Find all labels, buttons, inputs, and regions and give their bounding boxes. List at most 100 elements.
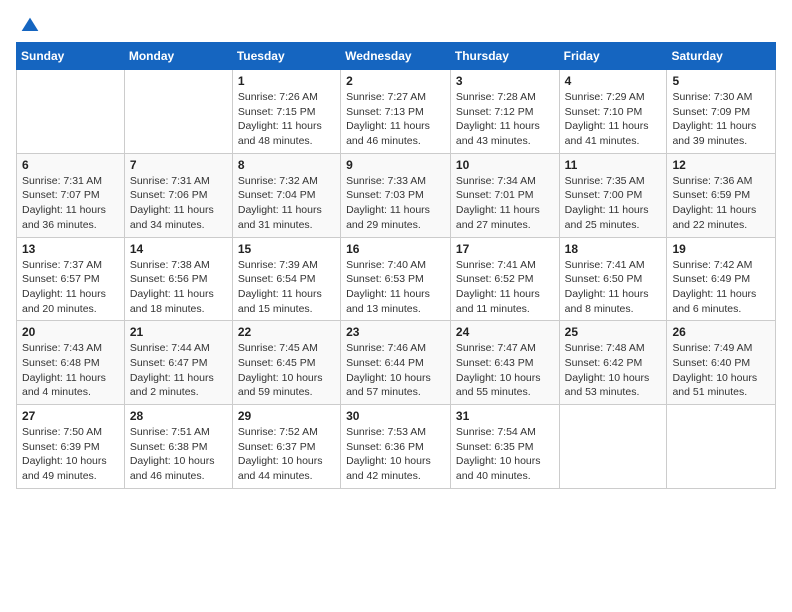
calendar-cell: 8 Sunrise: 7:32 AM Sunset: 7:04 PM Daylig…: [232, 153, 340, 237]
day-number: 20: [22, 325, 119, 339]
day-info: Sunrise: 7:31 AM Sunset: 7:07 PM Dayligh…: [22, 174, 119, 233]
day-info: Sunrise: 7:41 AM Sunset: 6:50 PM Dayligh…: [565, 258, 662, 317]
day-info: Sunrise: 7:48 AM Sunset: 6:42 PM Dayligh…: [565, 341, 662, 400]
calendar-cell: 1 Sunrise: 7:26 AM Sunset: 7:15 PM Daylig…: [232, 70, 340, 154]
day-number: 18: [565, 242, 662, 256]
day-number: 22: [238, 325, 335, 339]
calendar-cell: 22 Sunrise: 7:45 AM Sunset: 6:45 PM Dayli…: [232, 321, 340, 405]
calendar-cell: 29Sunrise: 7:52 AM Sunset: 6:37 PM Dayli…: [232, 405, 340, 489]
calendar-day-header: Wednesday: [341, 43, 451, 70]
calendar-day-header: Thursday: [450, 43, 559, 70]
calendar-cell: [559, 405, 667, 489]
calendar-cell: 26 Sunrise: 7:49 AM Sunset: 6:40 PM Dayli…: [667, 321, 776, 405]
day-info: Sunrise: 7:38 AM Sunset: 6:56 PM Dayligh…: [130, 258, 227, 317]
day-number: 25: [565, 325, 662, 339]
day-number: 13: [22, 242, 119, 256]
calendar-cell: 18 Sunrise: 7:41 AM Sunset: 6:50 PM Dayli…: [559, 237, 667, 321]
calendar-day-header: Saturday: [667, 43, 776, 70]
day-number: 31: [456, 409, 554, 423]
day-info: Sunrise: 7:37 AM Sunset: 6:57 PM Dayligh…: [22, 258, 119, 317]
day-number: 27: [22, 409, 119, 423]
day-info: Sunrise: 7:34 AM Sunset: 7:01 PM Dayligh…: [456, 174, 554, 233]
calendar-cell: 5 Sunrise: 7:30 AM Sunset: 7:09 PM Daylig…: [667, 70, 776, 154]
calendar-day-header: Sunday: [17, 43, 125, 70]
calendar-week-row: 27 Sunrise: 7:50 AM Sunset: 6:39 PM Dayli…: [17, 405, 776, 489]
calendar-cell: 19Sunrise: 7:42 AM Sunset: 6:49 PM Dayli…: [667, 237, 776, 321]
calendar-cell: 21 Sunrise: 7:44 AM Sunset: 6:47 PM Dayli…: [124, 321, 232, 405]
day-info: Sunrise: 7:50 AM Sunset: 6:39 PM Dayligh…: [22, 425, 119, 484]
day-info: Sunrise: 7:26 AM Sunset: 7:15 PM Dayligh…: [238, 90, 335, 149]
day-number: 10: [456, 158, 554, 172]
day-info: Sunrise: 7:45 AM Sunset: 6:45 PM Dayligh…: [238, 341, 335, 400]
day-number: 17: [456, 242, 554, 256]
day-number: 14: [130, 242, 227, 256]
calendar-cell: 28 Sunrise: 7:51 AM Sunset: 6:38 PM Dayli…: [124, 405, 232, 489]
calendar-cell: 23 Sunrise: 7:46 AM Sunset: 6:44 PM Dayli…: [341, 321, 451, 405]
day-number: 26: [672, 325, 770, 339]
day-info: Sunrise: 7:46 AM Sunset: 6:44 PM Dayligh…: [346, 341, 445, 400]
day-info: Sunrise: 7:40 AM Sunset: 6:53 PM Dayligh…: [346, 258, 445, 317]
day-number: 8: [238, 158, 335, 172]
day-info: Sunrise: 7:33 AM Sunset: 7:03 PM Dayligh…: [346, 174, 445, 233]
calendar-cell: 16 Sunrise: 7:40 AM Sunset: 6:53 PM Dayli…: [341, 237, 451, 321]
calendar-cell: 9 Sunrise: 7:33 AM Sunset: 7:03 PM Daylig…: [341, 153, 451, 237]
calendar-cell: 2 Sunrise: 7:27 AM Sunset: 7:13 PM Daylig…: [341, 70, 451, 154]
calendar-cell: 3 Sunrise: 7:28 AM Sunset: 7:12 PM Daylig…: [450, 70, 559, 154]
day-number: 29: [238, 409, 335, 423]
day-info: Sunrise: 7:35 AM Sunset: 7:00 PM Dayligh…: [565, 174, 662, 233]
day-number: 24: [456, 325, 554, 339]
day-number: 23: [346, 325, 445, 339]
day-info: Sunrise: 7:44 AM Sunset: 6:47 PM Dayligh…: [130, 341, 227, 400]
day-info: Sunrise: 7:27 AM Sunset: 7:13 PM Dayligh…: [346, 90, 445, 149]
calendar-cell: [17, 70, 125, 154]
day-info: Sunrise: 7:28 AM Sunset: 7:12 PM Dayligh…: [456, 90, 554, 149]
day-info: Sunrise: 7:51 AM Sunset: 6:38 PM Dayligh…: [130, 425, 227, 484]
day-number: 5: [672, 74, 770, 88]
calendar-cell: 11 Sunrise: 7:35 AM Sunset: 7:00 PM Dayli…: [559, 153, 667, 237]
calendar-table: SundayMondayTuesdayWednesdayThursdayFrid…: [16, 42, 776, 489]
day-info: Sunrise: 7:30 AM Sunset: 7:09 PM Dayligh…: [672, 90, 770, 149]
day-number: 12: [672, 158, 770, 172]
calendar-cell: [667, 405, 776, 489]
calendar-week-row: 13 Sunrise: 7:37 AM Sunset: 6:57 PM Dayli…: [17, 237, 776, 321]
day-number: 2: [346, 74, 445, 88]
day-info: Sunrise: 7:31 AM Sunset: 7:06 PM Dayligh…: [130, 174, 227, 233]
day-number: 16: [346, 242, 445, 256]
day-number: 1: [238, 74, 335, 88]
day-info: Sunrise: 7:29 AM Sunset: 7:10 PM Dayligh…: [565, 90, 662, 149]
day-number: 28: [130, 409, 227, 423]
calendar-cell: 31 Sunrise: 7:54 AM Sunset: 6:35 PM Dayli…: [450, 405, 559, 489]
calendar-day-header: Monday: [124, 43, 232, 70]
calendar-cell: 6Sunrise: 7:31 AM Sunset: 7:07 PM Daylig…: [17, 153, 125, 237]
calendar-cell: 25 Sunrise: 7:48 AM Sunset: 6:42 PM Dayli…: [559, 321, 667, 405]
calendar-cell: 7Sunrise: 7:31 AM Sunset: 7:06 PM Daylig…: [124, 153, 232, 237]
calendar-cell: 14 Sunrise: 7:38 AM Sunset: 6:56 PM Dayli…: [124, 237, 232, 321]
day-info: Sunrise: 7:47 AM Sunset: 6:43 PM Dayligh…: [456, 341, 554, 400]
day-number: 4: [565, 74, 662, 88]
calendar-cell: [124, 70, 232, 154]
calendar-cell: 20Sunrise: 7:43 AM Sunset: 6:48 PM Dayli…: [17, 321, 125, 405]
day-info: Sunrise: 7:41 AM Sunset: 6:52 PM Dayligh…: [456, 258, 554, 317]
calendar-cell: 4 Sunrise: 7:29 AM Sunset: 7:10 PM Daylig…: [559, 70, 667, 154]
calendar-cell: 15 Sunrise: 7:39 AM Sunset: 6:54 PM Dayli…: [232, 237, 340, 321]
day-info: Sunrise: 7:32 AM Sunset: 7:04 PM Dayligh…: [238, 174, 335, 233]
calendar-header-row: SundayMondayTuesdayWednesdayThursdayFrid…: [17, 43, 776, 70]
day-info: Sunrise: 7:49 AM Sunset: 6:40 PM Dayligh…: [672, 341, 770, 400]
day-number: 3: [456, 74, 554, 88]
day-number: 21: [130, 325, 227, 339]
day-number: 30: [346, 409, 445, 423]
day-number: 11: [565, 158, 662, 172]
calendar-week-row: 6Sunrise: 7:31 AM Sunset: 7:07 PM Daylig…: [17, 153, 776, 237]
logo-icon: [20, 16, 40, 36]
logo: [16, 16, 40, 32]
calendar-cell: 27 Sunrise: 7:50 AM Sunset: 6:39 PM Dayli…: [17, 405, 125, 489]
calendar-cell: 13 Sunrise: 7:37 AM Sunset: 6:57 PM Dayli…: [17, 237, 125, 321]
day-number: 15: [238, 242, 335, 256]
page-header: [16, 16, 776, 32]
day-number: 9: [346, 158, 445, 172]
day-number: 19: [672, 242, 770, 256]
day-info: Sunrise: 7:54 AM Sunset: 6:35 PM Dayligh…: [456, 425, 554, 484]
day-info: Sunrise: 7:39 AM Sunset: 6:54 PM Dayligh…: [238, 258, 335, 317]
calendar-day-header: Tuesday: [232, 43, 340, 70]
calendar-day-header: Friday: [559, 43, 667, 70]
